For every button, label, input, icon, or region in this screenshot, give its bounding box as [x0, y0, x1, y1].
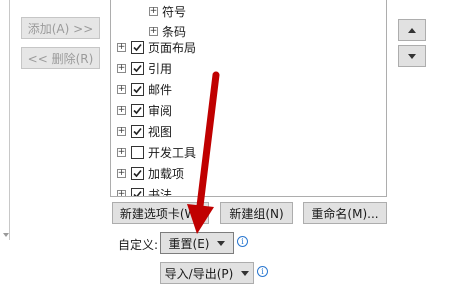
plus-expander-icon[interactable]: + [117, 189, 126, 196]
tree-item-label: 加载项 [148, 166, 185, 181]
plus-expander-icon[interactable]: + [149, 6, 158, 16]
checkmark-icon [133, 85, 142, 93]
plus-expander-icon[interactable]: + [149, 26, 158, 36]
checkmark-icon [133, 190, 142, 196]
checkbox[interactable] [131, 61, 144, 75]
new-tab-button[interactable]: 新建选项卡(W) [112, 202, 209, 224]
tree-item-add-ins[interactable]: + 加载项 [117, 163, 184, 183]
checkmark-icon [133, 43, 142, 51]
tree-item-references[interactable]: + 引用 [117, 58, 172, 78]
tree-item-page-layout[interactable]: + 页面布局 [117, 37, 196, 57]
tree-item-label: 审阅 [148, 103, 173, 118]
triangle-down-icon [408, 53, 416, 59]
new-group-button[interactable]: 新建组(N) [220, 202, 293, 224]
tree-item-label: 书法 [148, 187, 173, 197]
dropdown-caret-icon [217, 240, 226, 246]
customize-label: 自定义: [118, 238, 159, 252]
checkbox[interactable] [131, 145, 144, 159]
plus-expander-icon[interactable]: + [117, 63, 126, 73]
tree-item-label: 开发工具 [148, 145, 197, 160]
checkbox[interactable] [131, 187, 144, 196]
reset-dropdown-button[interactable]: 重置(E) [160, 232, 234, 254]
move-up-button[interactable] [398, 19, 426, 41]
tree-item-label: 邮件 [148, 82, 173, 97]
info-icon[interactable]: i [237, 236, 248, 247]
left-scroll-arrow-icon[interactable] [3, 233, 9, 237]
checkmark-icon [133, 127, 142, 135]
ribbon-tab-tree[interactable]: + 符号 + 条码 + 页面布局 + 引用 + 邮件 + 审阅 + 视图 + 开… [110, 0, 387, 197]
checkmark-icon [133, 106, 142, 114]
tree-item-label: 页面布局 [148, 40, 197, 55]
checkbox[interactable] [131, 40, 144, 54]
plus-expander-icon[interactable]: + [117, 147, 126, 157]
tree-item-symbol[interactable]: + 符号 [149, 1, 186, 21]
rename-button[interactable]: 重命名(M)... [303, 202, 387, 224]
checkbox[interactable] [131, 82, 144, 96]
remove-button[interactable]: << 删除(R) [21, 47, 100, 69]
tree-item-mailings[interactable]: + 邮件 [117, 79, 172, 99]
checkbox[interactable] [131, 124, 144, 138]
plus-expander-icon[interactable]: + [117, 126, 126, 136]
plus-expander-icon[interactable]: + [117, 168, 126, 178]
plus-expander-icon[interactable]: + [117, 84, 126, 94]
checkbox[interactable] [131, 103, 144, 117]
plus-expander-icon[interactable]: + [117, 105, 126, 115]
plus-expander-icon[interactable]: + [117, 42, 126, 52]
tree-item-label: 视图 [148, 124, 173, 139]
tree-item-review[interactable]: + 审阅 [117, 100, 172, 120]
import-export-label: 导入/导出(P) [164, 266, 234, 281]
add-button[interactable]: 添加(A) >> [21, 17, 100, 39]
reset-label: 重置(E) [168, 236, 210, 251]
dropdown-caret-icon [241, 270, 250, 276]
checkbox[interactable] [131, 166, 144, 180]
tree-item-view[interactable]: + 视图 [117, 121, 172, 141]
tree-item-developer[interactable]: + 开发工具 [117, 142, 196, 162]
checkmark-icon [133, 169, 142, 177]
info-icon[interactable]: i [257, 266, 268, 277]
import-export-dropdown-button[interactable]: 导入/导出(P) [160, 262, 254, 284]
tree-item-label: 引用 [148, 61, 173, 76]
checkmark-icon [133, 64, 142, 72]
move-down-button[interactable] [398, 45, 426, 67]
triangle-up-icon [408, 27, 416, 33]
left-list-panel [0, 0, 10, 240]
tree-item-label: 符号 [162, 4, 187, 19]
tree-item-calligraphy[interactable]: + 书法 [117, 184, 173, 197]
